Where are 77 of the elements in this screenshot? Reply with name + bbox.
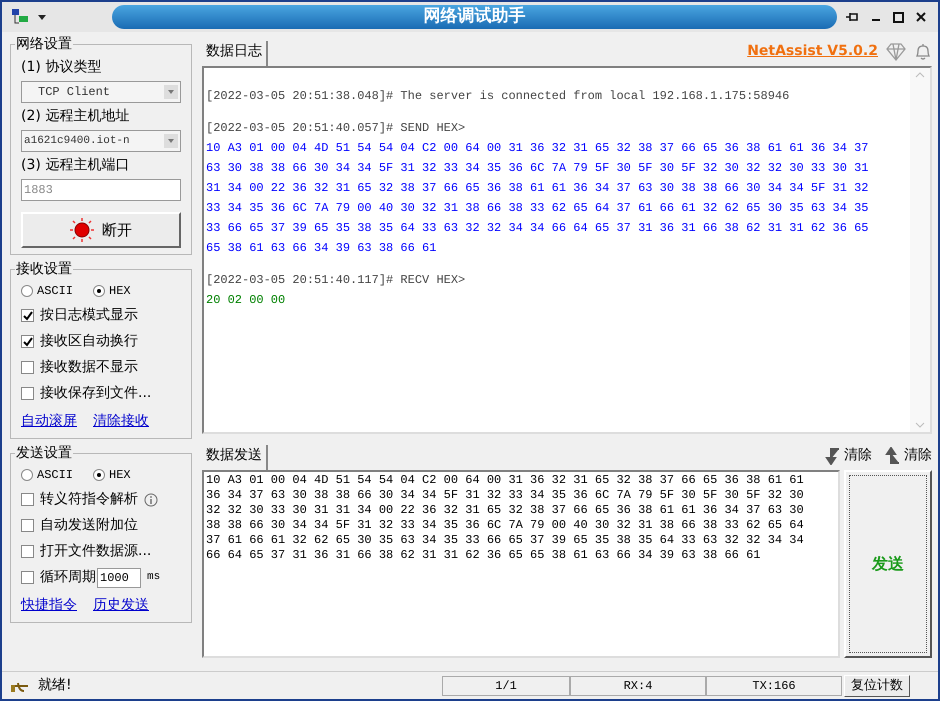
log-line: 63 30 38 38 66 30 34 34 5F 31 32 33 34 35 36 6C 7A 79 5F 30 5F 30 5F 32 30 32 32 30 33 30 31: [206, 160, 870, 177]
checkbox[interactable]: [21, 335, 34, 348]
bell-icon[interactable]: [914, 42, 932, 60]
send-line: 37 61 66 61 32 62 65 30 35 63 34 35 33 66 65 37 39 65 35 38 35 64 33 63 32 32 34 34: [206, 533, 805, 548]
link[interactable]: 历史发送: [93, 595, 149, 616]
option-label: 自动发送附加位: [40, 516, 138, 535]
log-line: 65 38 61 63 66 34 39 63 38 66 61: [206, 240, 438, 257]
tx-count: TX:166: [706, 676, 842, 696]
log-line: 10 A3 01 00 04 4D 51 54 54 04 C2 00 64 00 31 36 32 31 65 32 38 37 66 65 36 38 61 61 36 34 37: [206, 140, 870, 157]
checkbox[interactable]: [21, 519, 34, 532]
option-label: 接收区自动换行: [40, 332, 138, 351]
link[interactable]: 快捷指令: [21, 595, 77, 616]
radio-button[interactable]: [21, 469, 33, 481]
disconnect-button[interactable]: 断开: [21, 212, 181, 248]
window-title: 网络调试助手: [424, 5, 526, 28]
checkbox[interactable]: [21, 545, 34, 558]
option-label: 接收保存到文件...: [40, 384, 152, 403]
field-label: (3) 远程主机端口: [21, 156, 130, 175]
radio-button[interactable]: [21, 285, 33, 297]
send-line: 36 34 37 63 30 38 38 66 30 34 34 5F 31 32 33 34 35 36 6C 7A 79 5F 30 5F 30 5F 32 30: [206, 488, 805, 503]
radio-option[interactable]: HEX: [93, 466, 131, 484]
close-icon[interactable]: [916, 12, 926, 22]
group-title: 发送设置: [15, 444, 73, 462]
radio-button[interactable]: [93, 285, 106, 297]
checkbox[interactable]: [21, 493, 34, 506]
clear-receive-button[interactable]: 清除: [824, 445, 872, 466]
log-line: 33 34 35 36 6C 7A 79 00 40 30 32 31 38 66 38 33 62 65 64 37 61 66 61 32 62 65 30 35 63 34 35: [206, 200, 870, 217]
checkbox[interactable]: [21, 387, 34, 400]
option-label: 循环周期: [40, 568, 96, 587]
protocol-select[interactable]: TCP Client: [21, 81, 181, 103]
option-label: 接收数据不显示: [40, 358, 138, 377]
radio-option[interactable]: ASCII: [21, 282, 74, 300]
send-input[interactable]: [202, 470, 840, 658]
field-label: (2) 远程主机地址: [21, 107, 130, 126]
link[interactable]: 自动滚屏: [21, 411, 77, 432]
send-line: 38 38 66 30 34 34 5F 31 32 33 34 35 36 6C 7A 79 00 40 30 32 31 38 66 38 33 62 65 64: [206, 518, 805, 533]
reset-count-button[interactable]: 复位计数: [844, 674, 910, 696]
send-line: 66 64 65 37 31 36 31 66 38 62 31 31 62 36 65 65 38 61 63 66 34 39 63 38 66 61: [206, 548, 762, 563]
checkbox[interactable]: [21, 309, 34, 322]
maximize-icon[interactable]: [893, 12, 904, 22]
radio-option[interactable]: HEX: [93, 282, 131, 300]
log-line: 31 34 00 22 36 32 31 65 32 38 37 66 65 36 38 61 61 36 34 37 63 30 38 38 66 30 34 34 5F 31 32: [206, 180, 870, 197]
log-line: 33 66 65 37 39 65 35 38 35 64 33 63 32 32 34 34 66 64 65 37 31 36 31 66 38 62 31 31 62 36 65: [206, 220, 870, 237]
period-field[interactable]: 1000: [97, 568, 141, 588]
link[interactable]: 清除接收: [93, 411, 149, 432]
group-title: 网络设置: [15, 35, 73, 53]
scroll-up-icon[interactable]: [915, 72, 925, 78]
checkbox[interactable]: [21, 571, 34, 584]
clear-send-button[interactable]: 清除: [884, 445, 932, 466]
diamond-icon[interactable]: [886, 42, 906, 60]
status-message: 就绪!: [38, 676, 72, 695]
field-label: (1) 协议类型: [21, 58, 102, 77]
log-header: [2022-03-05 20:51:38.048]# The server is connected from local 192.168.1.175:58946: [206, 88, 790, 105]
network-icon[interactable]: [10, 8, 30, 26]
rx-count: RX:4: [570, 676, 706, 696]
option-label: 转义符指令解析: [40, 490, 138, 509]
dropdown-icon[interactable]: [38, 14, 46, 20]
option-label: 打开文件数据源...: [40, 542, 152, 561]
pin-icon[interactable]: [845, 10, 859, 24]
log-header: [2022-03-05 20:51:40.057]# SEND HEX>: [206, 120, 466, 137]
scroll-down-icon[interactable]: [915, 422, 925, 428]
unit-label: ms: [147, 570, 160, 586]
send-line: 32 32 30 33 30 31 31 34 00 22 36 32 31 65 32 38 37 66 65 36 38 61 61 36 34 37 63 30: [206, 503, 805, 518]
group-title: 接收设置: [15, 260, 73, 278]
info-icon[interactable]: [144, 492, 158, 506]
arrow-up-icon: [884, 446, 900, 464]
indicator-light-icon: [70, 218, 94, 242]
checkbox[interactable]: [21, 361, 34, 374]
radio-option[interactable]: ASCII: [21, 466, 74, 484]
log-header: [2022-03-05 20:51:40.117]# RECV HEX>: [206, 272, 466, 289]
log-line: 20 02 00 00: [206, 292, 286, 309]
host-select[interactable]: a1621c9400.iot-n: [21, 130, 181, 152]
radio-button[interactable]: [93, 469, 106, 481]
option-label: 按日志模式显示: [40, 306, 138, 325]
send-line: 10 A3 01 00 04 4D 51 54 54 04 C2 00 64 00 31 36 32 31 65 32 38 37 66 65 36 38 61 61: [206, 473, 805, 488]
arrow-down-icon: [824, 446, 840, 464]
page-count: 1/1: [442, 676, 570, 696]
